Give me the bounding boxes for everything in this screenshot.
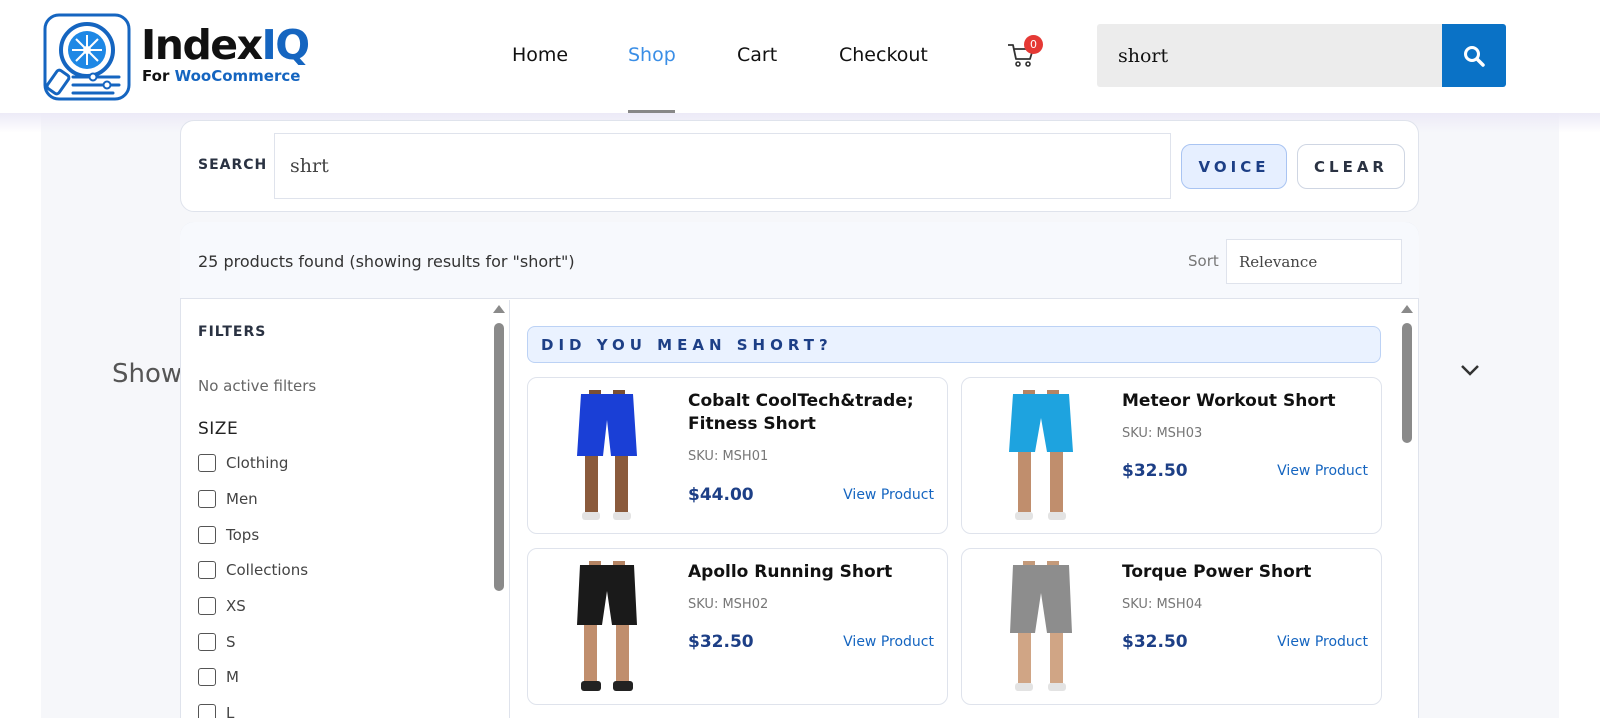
filter-option-label: S	[226, 633, 236, 651]
filter-option[interactable]: S	[198, 632, 236, 652]
filters-title: FILTERS	[198, 324, 267, 340]
checkbox[interactable]	[198, 526, 216, 544]
chevron-down-icon[interactable]	[1459, 362, 1481, 378]
product-image	[1009, 390, 1073, 520]
filters-scroll-up-arrow[interactable]	[493, 305, 505, 313]
results-scrollbar-thumb[interactable]	[1402, 323, 1412, 443]
product-sku: SKU: MSH03	[1122, 426, 1203, 441]
filter-option[interactable]: L	[198, 703, 234, 718]
product-price: $44.00	[688, 485, 754, 505]
sort-label: Sort	[1188, 252, 1219, 270]
checkbox[interactable]	[198, 704, 216, 718]
filter-option[interactable]: M	[198, 667, 239, 687]
results-count: 25 products found (showing results for "…	[198, 252, 575, 271]
sort-select[interactable]: Relevance	[1226, 239, 1402, 284]
nav-checkout[interactable]: Checkout	[839, 44, 928, 66]
filter-option[interactable]: XS	[198, 596, 246, 616]
product-card[interactable]: Apollo Running Short SKU: MSH02 $32.50 V…	[527, 548, 948, 705]
filter-option-label: Men	[226, 490, 258, 508]
filter-option-label: XS	[226, 597, 246, 615]
brand-name-part1: Index	[141, 21, 263, 69]
cart-count-badge: 0	[1024, 35, 1043, 54]
product-card[interactable]: Torque Power Short SKU: MSH04 $32.50 Vie…	[961, 548, 1382, 705]
filter-group-title: SIZE	[198, 419, 239, 439]
product-image	[577, 390, 637, 520]
filter-option[interactable]: Clothing	[198, 453, 288, 473]
clear-button[interactable]: CLEAR	[1297, 144, 1405, 189]
did-you-mean-suggestion[interactable]: DID YOU MEAN SHORT?	[527, 326, 1381, 363]
brand-subtitle: For WooCommerce	[142, 67, 300, 85]
voice-button[interactable]: VOICE	[1181, 144, 1287, 189]
nav-shop[interactable]: Shop	[628, 44, 676, 66]
product-name[interactable]: Meteor Workout Short	[1122, 390, 1367, 413]
filter-option[interactable]: Collections	[198, 560, 308, 580]
search-input[interactable]	[274, 133, 1171, 199]
brand-sub-part1: For	[142, 67, 175, 85]
background-show-text: Show	[112, 359, 183, 389]
nav-home[interactable]: Home	[512, 44, 568, 66]
search-icon	[1464, 45, 1485, 67]
checkbox[interactable]	[198, 668, 216, 686]
product-sku: SKU: MSH01	[688, 449, 769, 464]
filter-option-label: M	[226, 668, 239, 686]
view-product-link[interactable]: View Product	[843, 634, 934, 650]
product-name[interactable]: Apollo Running Short	[688, 561, 933, 584]
view-product-link[interactable]: View Product	[843, 487, 934, 503]
product-name[interactable]: Torque Power Short	[1122, 561, 1367, 584]
no-active-filters: No active filters	[198, 377, 317, 395]
filter-option-label: Tops	[226, 526, 260, 544]
product-name[interactable]: Cobalt CoolTech&trade; Fitness Short	[688, 390, 933, 436]
product-price: $32.50	[688, 632, 754, 652]
brand-name: IndexIQ	[141, 21, 311, 69]
nav-cart[interactable]: Cart	[737, 44, 777, 66]
product-price: $32.50	[1122, 461, 1188, 481]
results-scroll-up-arrow[interactable]	[1401, 305, 1413, 313]
checkbox[interactable]	[198, 633, 216, 651]
product-price: $32.50	[1122, 632, 1188, 652]
header-search-input[interactable]	[1097, 24, 1442, 87]
brand-sub-part2: WooCommerce	[174, 67, 301, 85]
brand-name-part2: IQ	[261, 21, 311, 69]
checkbox[interactable]	[198, 454, 216, 472]
product-image	[577, 561, 637, 691]
product-image	[1010, 561, 1072, 691]
checkbox[interactable]	[198, 490, 216, 508]
brand-logo[interactable]: IndexIQ For WooCommerce	[43, 13, 315, 101]
header-search-button[interactable]	[1442, 24, 1506, 87]
search-label: SEARCH	[198, 157, 268, 173]
view-product-link[interactable]: View Product	[1277, 463, 1368, 479]
product-card[interactable]: Cobalt CoolTech&trade; Fitness Short SKU…	[527, 377, 948, 534]
logo-mark-icon	[43, 13, 131, 101]
filter-option[interactable]: Men	[198, 489, 258, 509]
site-header: IndexIQ For WooCommerce Home Shop Cart C…	[0, 0, 1600, 113]
view-product-link[interactable]: View Product	[1277, 634, 1368, 650]
filter-option-label: L	[226, 704, 235, 718]
filters-scrollbar-thumb[interactable]	[494, 323, 504, 591]
filter-option-label: Clothing	[226, 454, 289, 472]
product-sku: SKU: MSH02	[688, 597, 769, 612]
filter-option[interactable]: Tops	[198, 525, 259, 545]
nav-active-underline	[628, 110, 675, 113]
filter-option-label: Collections	[226, 561, 309, 579]
product-sku: SKU: MSH04	[1122, 597, 1203, 612]
filters-divider	[509, 300, 510, 718]
product-card[interactable]: Meteor Workout Short SKU: MSH03 $32.50 V…	[961, 377, 1382, 534]
checkbox[interactable]	[198, 597, 216, 615]
checkbox[interactable]	[198, 561, 216, 579]
